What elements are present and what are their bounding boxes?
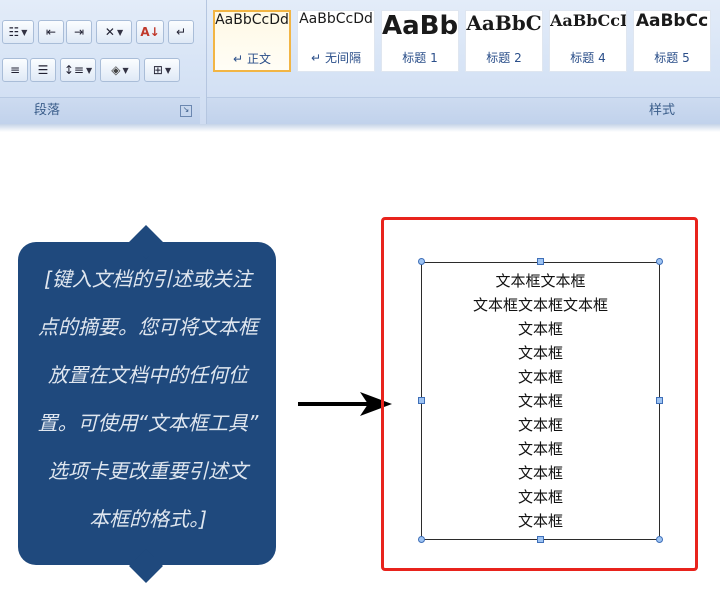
style-sample: AaBbCcDd	[215, 12, 289, 28]
style-sample: AaBbC	[466, 11, 542, 35]
style-heading-1[interactable]: AaBb 标题 1	[381, 10, 459, 72]
resize-handle-bottom[interactable]	[537, 536, 544, 543]
style-heading-5[interactable]: AaBbCc 标题 5	[633, 10, 711, 72]
borders-icon: ⊞	[152, 63, 163, 77]
chinese-layout-icon: ✕	[104, 25, 115, 39]
line-spacing-button[interactable]: ↕≡ ▼	[60, 58, 96, 82]
resize-handle-top[interactable]	[537, 258, 544, 265]
style-name: 标题 2	[486, 51, 522, 65]
callout-line: 本框的格式。]	[89, 507, 207, 531]
style-normal[interactable]: AaBbCcDd ↵ 正文	[213, 10, 291, 72]
styles-group-label: 样式	[649, 103, 676, 118]
style-sample: AaBbCcI	[550, 11, 626, 30]
decrease-indent-icon: ⇤	[45, 25, 57, 39]
paragraph-group-label: 段落	[34, 103, 61, 118]
decrease-indent-button[interactable]: ⇤	[38, 20, 64, 44]
chevron-down-icon: ▼	[116, 27, 124, 37]
style-name: 无间隔	[324, 51, 361, 65]
paragraph-group: ☷ ▼ ⇤ ⇥ ✕ ▼ A↓ ↵ ≡ ☰ ↕≡ ▼ ◈ ▼ ⊞ ▼ 段落 ↘	[0, 0, 200, 124]
chevron-down-icon: ▼	[21, 27, 28, 37]
increase-indent-icon: ⇥	[73, 25, 85, 39]
style-sample: AaBbCc	[635, 11, 709, 31]
distributed-icon: ☰	[37, 63, 49, 77]
text-box-line: 文本框	[517, 488, 563, 506]
resize-handle-top-left[interactable]	[418, 258, 425, 265]
styles-group: AaBbCcDd ↵ 正文 AaBbCcDd ↵ 无间隔 AaBb 标题 1 A…	[206, 0, 720, 124]
text-box-line: 文本框	[517, 440, 563, 458]
paragraph-group-bar: 段落 ↘	[0, 97, 200, 124]
styles-group-bar: 样式	[207, 97, 720, 124]
resize-handle-right[interactable]	[656, 397, 663, 404]
distributed-button[interactable]: ☰	[30, 58, 56, 82]
style-name: 正文	[246, 52, 271, 66]
ribbon: ☷ ▼ ⇤ ⇥ ✕ ▼ A↓ ↵ ≡ ☰ ↕≡ ▼ ◈ ▼ ⊞ ▼ 段落 ↘ A…	[0, 0, 720, 125]
text-box-line: 文本框	[517, 416, 563, 434]
shading-button[interactable]: ◈ ▼	[100, 58, 140, 82]
text-box-line: 文本框文本框文本框	[472, 296, 608, 314]
resize-handle-left[interactable]	[418, 397, 425, 404]
ribbon-shadow	[0, 124, 720, 132]
text-box-line: 文本框	[517, 368, 563, 386]
borders-button[interactable]: ⊞ ▼	[144, 58, 180, 82]
callout-line: 置。可使用“文本框工具”	[37, 411, 259, 435]
style-name: 标题 1	[402, 51, 438, 65]
text-box-line: 文本框	[517, 320, 563, 338]
line-spacing-icon: ↕≡	[63, 63, 84, 77]
style-name: 标题 4	[570, 51, 606, 65]
pilcrow-icon: ↵	[175, 25, 187, 39]
text-box-line: 文本框	[517, 392, 563, 410]
selected-text-box[interactable]: 文本框文本框 文本框文本框文本框 文本框 文本框 文本框 文本框 文本框 文本框…	[421, 262, 660, 540]
justify-icon: ≡	[9, 63, 21, 77]
chevron-down-icon: ▼	[164, 65, 172, 75]
style-heading-2[interactable]: AaBbC 标题 2	[465, 10, 543, 72]
style-heading-4[interactable]: AaBbCcI 标题 4	[549, 10, 627, 72]
chevron-down-icon: ▼	[85, 65, 93, 75]
callout-line: 选项卡更改重要引述文	[48, 459, 248, 483]
text-box-line: 文本框	[517, 464, 563, 482]
text-box-content[interactable]: 文本框文本框 文本框文本框文本框 文本框 文本框 文本框 文本框 文本框 文本框…	[422, 269, 659, 533]
callout-line: 放置在文档中的任何位	[48, 363, 248, 387]
dialog-launcher-icon[interactable]: ↘	[180, 105, 192, 117]
resize-handle-bottom-left[interactable]	[418, 536, 425, 543]
paint-bucket-icon: ◈	[111, 63, 121, 77]
resize-handle-top-right[interactable]	[656, 258, 663, 265]
justify-button[interactable]: ≡	[2, 58, 28, 82]
multilevel-list-icon: ☷	[8, 25, 20, 39]
text-box-line: 文本框文本框	[495, 272, 586, 290]
paragraph-mark-icon: ↵	[233, 52, 244, 66]
callout-line: 点的摘要。您可将文本框	[38, 315, 258, 339]
sort-az-icon: A↓	[140, 25, 160, 39]
multilevel-list-button[interactable]: ☷ ▼	[2, 20, 34, 44]
callout-line: [键入文档的引述或关注	[44, 267, 252, 291]
chinese-layout-button[interactable]: ✕ ▼	[96, 20, 132, 44]
sort-button[interactable]: A↓	[136, 20, 164, 44]
text-box-line: 文本框	[517, 344, 563, 362]
style-no-spacing[interactable]: AaBbCcDd ↵ 无间隔	[297, 10, 375, 72]
resize-handle-bottom-right[interactable]	[656, 536, 663, 543]
paragraph-mark-icon: ↵	[311, 51, 322, 65]
show-marks-button[interactable]: ↵	[168, 20, 194, 44]
chevron-down-icon: ▼	[122, 65, 129, 75]
style-name: 标题 5	[654, 51, 690, 65]
style-sample: AaBbCcDd	[299, 11, 373, 27]
increase-indent-button[interactable]: ⇥	[66, 20, 92, 44]
callout-text: [键入文档的引述或关注 点的摘要。您可将文本框 放置在文档中的任何位 置。可使用…	[22, 255, 274, 543]
style-sample: AaBb	[382, 11, 458, 41]
text-box-line: 文本框	[517, 512, 563, 530]
